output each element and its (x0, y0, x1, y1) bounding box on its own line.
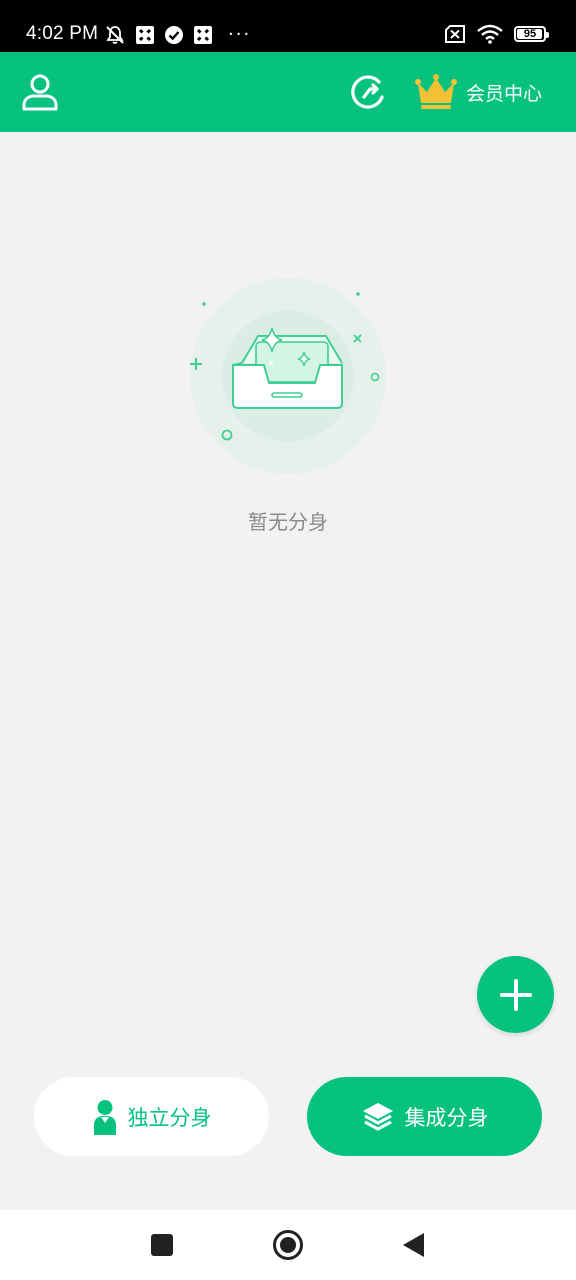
app-notification-icon (136, 26, 154, 44)
sim-off-icon (445, 25, 465, 43)
battery-level: 95 (523, 28, 537, 40)
member-center-button[interactable]: 会员中心 (414, 72, 542, 112)
empty-state: 暂无分身 (0, 270, 576, 550)
status-time: 4:02 PM (26, 23, 99, 44)
app-bar: 会员中心 (0, 52, 576, 132)
status-bar: 4:02 PM ··· 95 (0, 0, 576, 52)
app-notification-icon (194, 26, 212, 44)
independent-clone-button[interactable]: 独立分身 (34, 1077, 269, 1156)
person-icon (93, 1099, 116, 1135)
status-notification-icons: ··· (104, 24, 251, 46)
plus-icon (499, 978, 532, 1011)
layers-icon (362, 1102, 393, 1130)
check-circle-icon (165, 26, 183, 44)
profile-button[interactable] (20, 72, 60, 112)
user-outline-icon (22, 74, 58, 111)
system-nav-bar (0, 1210, 576, 1280)
independent-clone-label: 独立分身 (127, 1105, 212, 1130)
wifi-icon (477, 24, 503, 44)
recents-square-icon[interactable] (151, 1234, 173, 1256)
muted-bell-icon (106, 26, 124, 44)
member-center-label: 会员中心 (466, 82, 543, 105)
crown-icon (415, 74, 457, 109)
empty-inbox-icon (190, 278, 386, 474)
integrated-clone-button[interactable]: 集成分身 (307, 1077, 542, 1156)
integrated-clone-label: 集成分身 (404, 1105, 489, 1130)
home-circle-icon[interactable] (272, 1229, 304, 1261)
more-notifications-indicator: ··· (228, 24, 252, 45)
refresh-icon (351, 75, 384, 109)
status-system-icons: 95 (444, 24, 549, 44)
empty-state-text: 暂无分身 (248, 510, 328, 534)
back-triangle-icon[interactable] (400, 1232, 426, 1258)
battery-indicator: 95 (514, 26, 549, 42)
refresh-button[interactable] (346, 70, 390, 114)
add-clone-button[interactable] (477, 956, 554, 1033)
